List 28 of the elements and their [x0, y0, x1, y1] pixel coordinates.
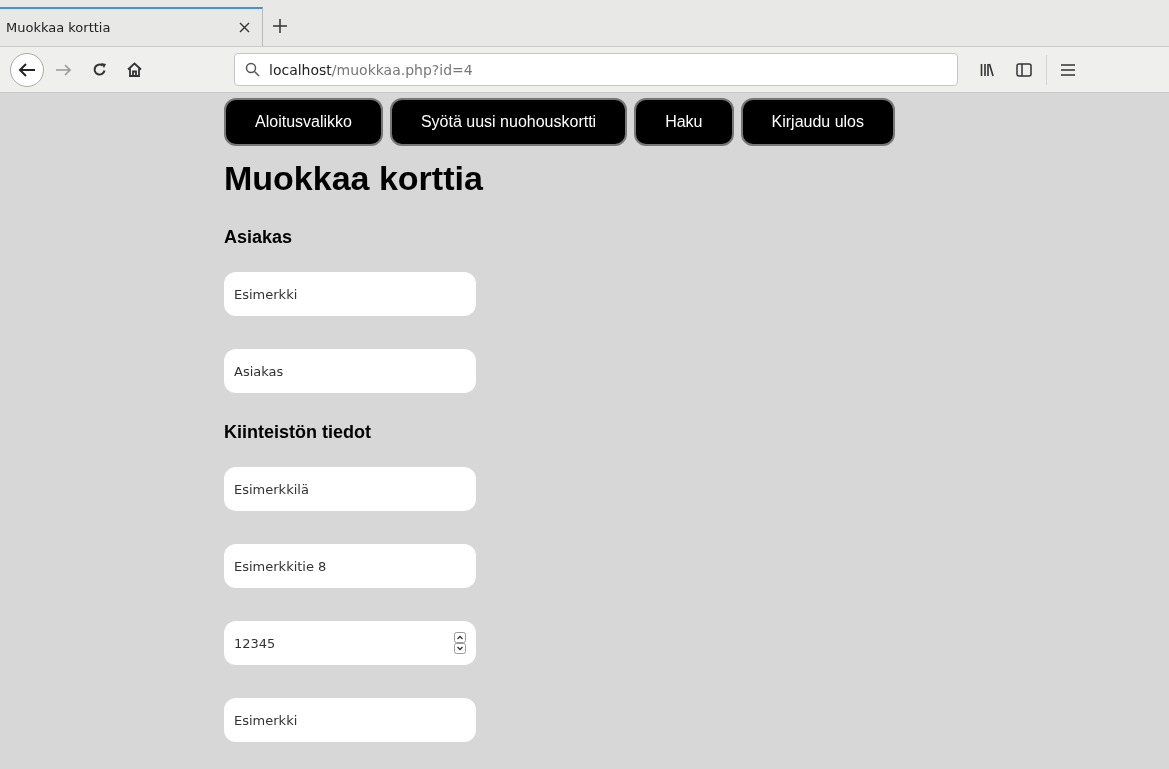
- spinner-icon[interactable]: [454, 632, 466, 654]
- section-heading: Kiinteistön tiedot: [224, 421, 372, 443]
- reload-icon[interactable]: [92, 62, 107, 77]
- page-heading: Muokkaa korttia: [224, 158, 484, 198]
- section-heading: Asiakas: [224, 226, 294, 248]
- back-arrow-icon: [18, 61, 36, 78]
- close-icon[interactable]: [239, 22, 250, 33]
- address-bar[interactable]: localhost/muokkaa.php?id=4: [234, 53, 958, 86]
- back-button[interactable]: [10, 52, 44, 87]
- nav-button[interactable]: Kirjaudu ulos: [740, 98, 895, 146]
- browser-tab[interactable]: Muokkaa korttia: [0, 7, 263, 46]
- input-field[interactable]: Esimerkki: [224, 272, 476, 316]
- input-field[interactable]: Esimerkkilä: [224, 467, 476, 511]
- number-field[interactable]: 12345: [224, 621, 476, 665]
- menu-icon[interactable]: [1061, 63, 1075, 76]
- input-field[interactable]: Esimerkkitie 8: [224, 544, 476, 588]
- input-field[interactable]: Esimerkki: [224, 698, 476, 742]
- library-icon[interactable]: [980, 62, 994, 77]
- sidebar-icon[interactable]: [1016, 62, 1032, 77]
- search-icon: [245, 62, 260, 77]
- nav-button[interactable]: Haku: [634, 98, 734, 146]
- nav-button[interactable]: Aloitusvalikko: [224, 98, 383, 146]
- input-field[interactable]: Asiakas: [224, 349, 476, 393]
- nav-button[interactable]: Syötä uusi nuohouskortti: [389, 98, 628, 146]
- url-text: localhost/muokkaa.php?id=4: [269, 61, 473, 78]
- home-icon[interactable]: [127, 62, 142, 77]
- new-tab-icon[interactable]: [273, 19, 287, 33]
- tab-title: Muokkaa korttia: [6, 20, 111, 35]
